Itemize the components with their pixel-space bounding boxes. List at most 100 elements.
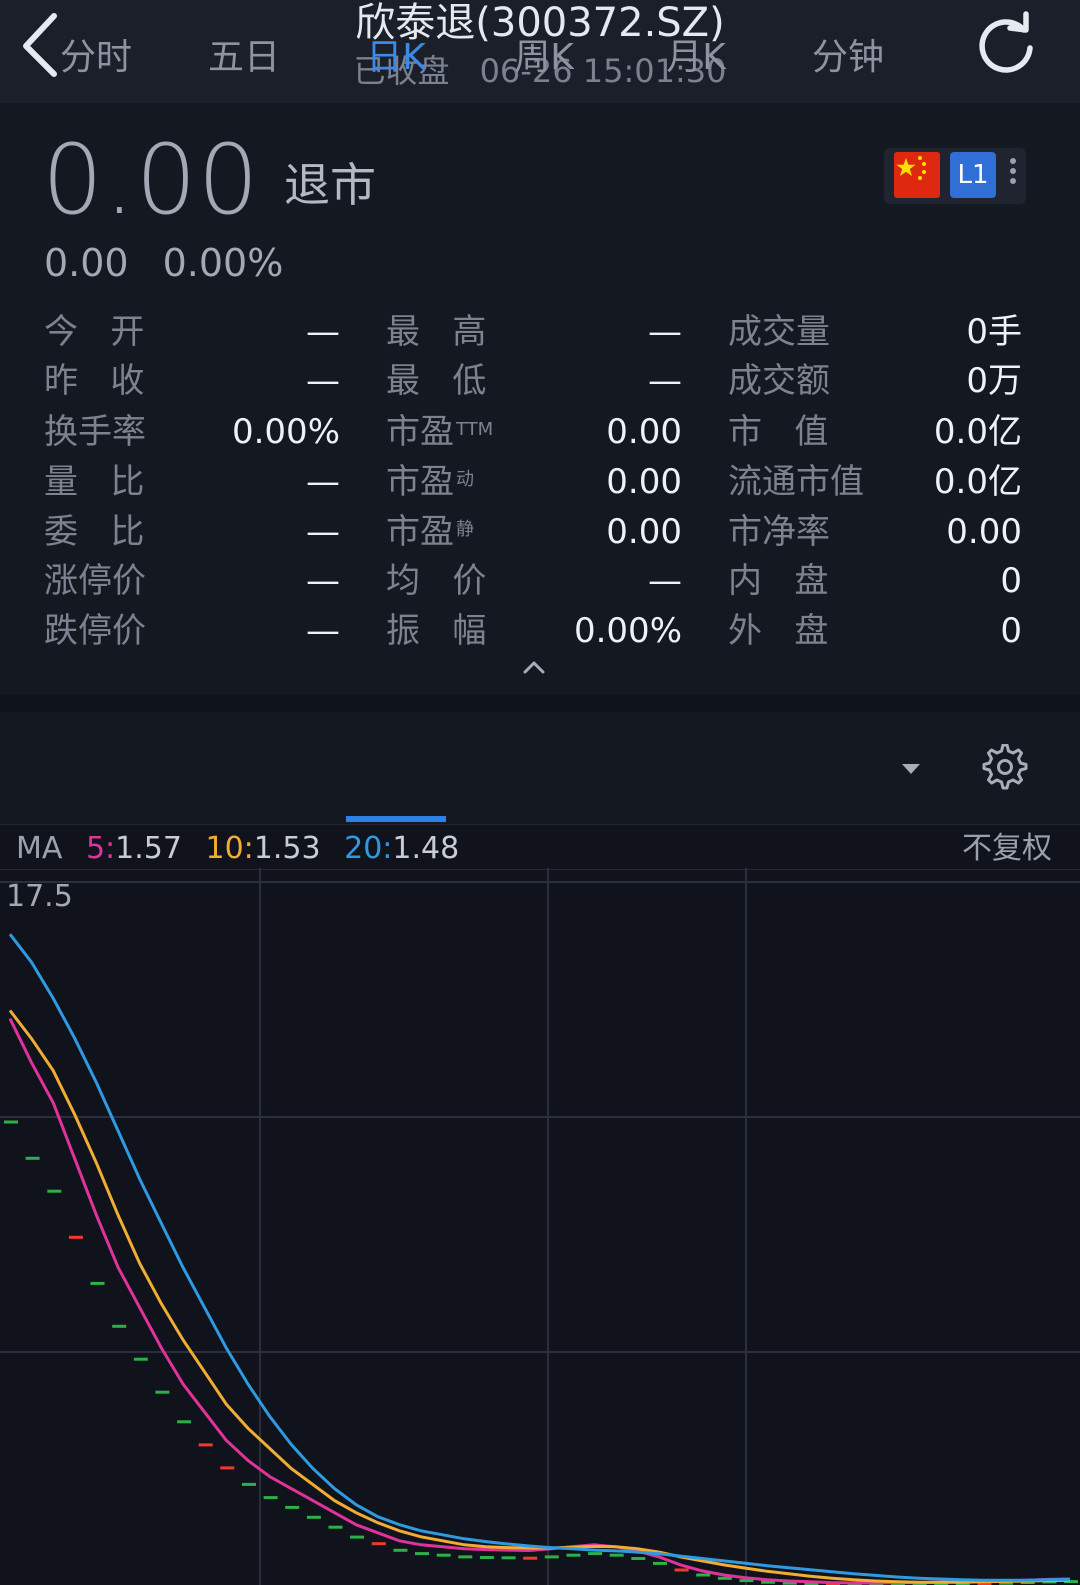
stat-label-turnover: 换手率 [44, 412, 146, 452]
stat-label-prev-close: 昨 收 [44, 361, 145, 401]
kline-chart[interactable]: 17.5 [0, 868, 1080, 1585]
price-adjust-toggle[interactable]: 不复权 [962, 831, 1052, 867]
tab-five-day[interactable]: 五日 [194, 34, 294, 94]
pe-ttm-sup: TTM [456, 419, 494, 440]
stat-value-turnover-amount: 0万 [966, 361, 1022, 401]
chart-top-price-label: 17.5 [6, 879, 73, 914]
candle [653, 1561, 667, 1565]
ma20-line [8, 933, 1071, 1582]
collapse-button[interactable] [520, 654, 548, 680]
level1-badge: L1 [950, 152, 996, 198]
active-tab-indicator [346, 816, 446, 822]
stat-value-market-cap: 0.0亿 [933, 412, 1022, 452]
stat-value-pe-static: 0.00 [606, 512, 682, 552]
market-badges[interactable]: L1 [884, 148, 1026, 204]
stat-label-pe-static: 市盈静 [386, 512, 474, 552]
stat-value-prev-close: — [306, 361, 340, 401]
stat-value-outer-volume: 0 [1000, 611, 1022, 651]
candle [523, 1556, 538, 1560]
more-icon[interactable] [1006, 154, 1020, 198]
candle [90, 1281, 105, 1285]
stat-value-limit-up: — [306, 561, 340, 601]
candle [436, 1553, 451, 1557]
change-percent: 0.00% [162, 241, 284, 285]
refresh-button[interactable] [972, 8, 1040, 80]
stat-value-turnover: 0.00% [231, 412, 340, 452]
stat-value-high: — [648, 312, 682, 352]
ma5-line [8, 1017, 1071, 1585]
candle [696, 1573, 711, 1577]
candle [544, 1555, 559, 1559]
chevron-up-icon [523, 661, 545, 674]
ma20-value: 1.48 [392, 831, 460, 866]
ma10-value: 1.53 [253, 831, 321, 866]
candle [415, 1552, 429, 1556]
candle [479, 1556, 494, 1559]
stat-label-commission-ratio: 委 比 [44, 512, 145, 552]
stat-label-amplitude: 振 幅 [386, 611, 487, 651]
candle [588, 1552, 603, 1556]
candle [68, 1235, 83, 1239]
price-change: 0.00 0.00% [44, 240, 283, 286]
candle [609, 1553, 624, 1557]
stat-label-pe-dynamic: 市盈动 [386, 462, 474, 502]
stat-value-pb: 0.00 [946, 512, 1022, 552]
stat-label-limit-down: 跌停价 [44, 611, 146, 651]
candle [566, 1553, 581, 1557]
caret-down-icon[interactable] [902, 764, 920, 774]
current-price: 0.00 [42, 124, 260, 236]
candle [198, 1443, 213, 1447]
refresh-icon [979, 11, 1033, 73]
ma-label: MA [16, 831, 63, 866]
candle [133, 1357, 148, 1361]
candle [112, 1324, 127, 1328]
stat-value-low: — [648, 361, 682, 401]
candle [285, 1505, 300, 1509]
stat-value-open: — [306, 312, 340, 352]
candle [393, 1548, 408, 1552]
tab-minute[interactable]: 分钟 [798, 34, 898, 94]
candle [155, 1390, 170, 1394]
stat-label-inner-volume: 内 盘 [728, 561, 829, 601]
ma5-value: 1.57 [115, 831, 182, 866]
candle [220, 1466, 235, 1470]
stat-label-volume-ratio: 量 比 [44, 462, 145, 502]
stat-value-float-cap: 0.0亿 [933, 462, 1022, 502]
candle [328, 1525, 343, 1529]
candle [177, 1420, 192, 1424]
stat-label-pe-ttm: 市盈 TTM [386, 412, 494, 452]
stat-label-open: 今 开 [44, 312, 145, 352]
stock-quote-screen: 欣泰退(300372.SZ) 已收盘 06-26 15:01:30 0.00 退市… [0, 0, 1080, 1585]
tab-monthly-k[interactable]: 月K [646, 34, 746, 94]
stat-value-pe-dynamic: 0.00 [606, 462, 682, 502]
stat-value-volume: 0手 [966, 312, 1022, 352]
delisted-label: 退市 [284, 158, 376, 212]
ma-lines [8, 933, 1071, 1585]
stat-label-float-cap: 流通市值 [728, 462, 864, 502]
pe-static-sup: 静 [456, 519, 474, 540]
tab-intraday[interactable]: 分时 [46, 34, 146, 94]
candle [371, 1542, 386, 1546]
stat-value-limit-down: — [306, 611, 340, 651]
ma-indicator-bar: MA 5:1.57 10:1.53 20:1.48 不复权 [0, 824, 1080, 870]
gear-icon [982, 743, 1028, 790]
stat-value-pe-ttm: 0.00 [606, 412, 682, 452]
stat-value-inner-volume: 0 [1000, 561, 1022, 601]
ma-values: MA 5:1.57 10:1.53 20:1.48 [16, 831, 459, 867]
ma5-key: 5: [85, 831, 116, 866]
candle [25, 1156, 40, 1160]
stat-label-low: 最 低 [386, 361, 487, 401]
kline-svg: 17.5 [0, 868, 1080, 1585]
ma10-line [8, 1009, 1071, 1584]
candle [674, 1568, 689, 1572]
pe-dynamic-sup: 动 [456, 469, 474, 490]
candle [501, 1556, 516, 1560]
tab-daily-k[interactable]: 日K [346, 34, 446, 94]
candle [263, 1496, 278, 1500]
chart-settings-button[interactable] [982, 743, 1028, 790]
candle [458, 1555, 473, 1559]
stat-label-volume: 成交量 [728, 312, 830, 352]
stat-label-pb: 市净率 [728, 512, 830, 552]
tab-weekly-k[interactable]: 周K [494, 34, 594, 94]
candle [306, 1515, 321, 1519]
